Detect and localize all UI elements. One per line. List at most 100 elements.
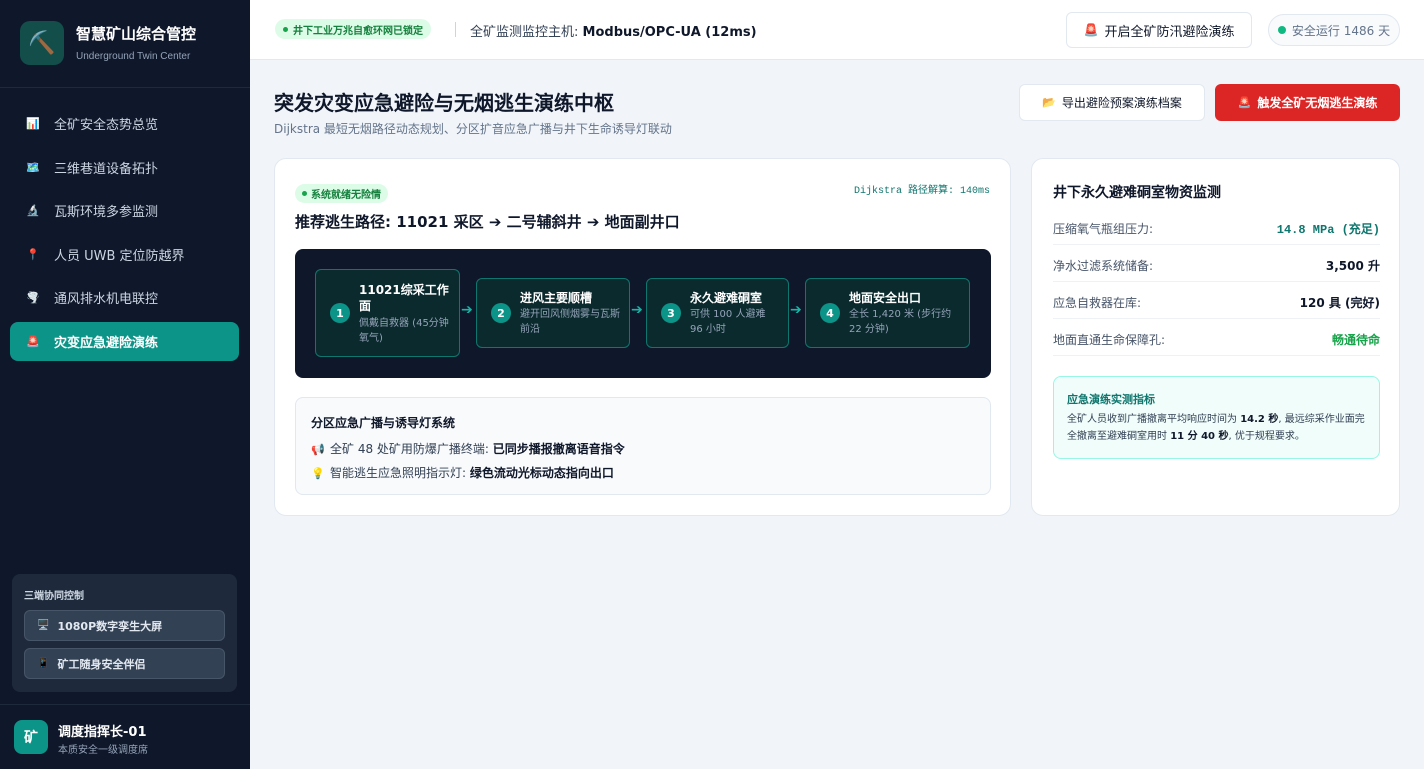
pickaxe-icon: ⛏️ [20, 21, 64, 65]
step-title: 地面安全出口 [849, 291, 922, 305]
button-label: 导出避险预案演练档案 [1061, 96, 1182, 110]
supply-label: 应急自救器在库: [1053, 296, 1142, 310]
metric-text-part: 全矿人员收到广播撤离平均响应时间为 [1067, 414, 1241, 425]
user-name: 调度指挥长-01 [58, 725, 147, 740]
tornado-icon: 🌪️ [26, 291, 40, 304]
escape-path-panel: 1 11021综采工作面 佩戴自救器 (45分钟氧气) ➔ 2 进风主要顺槽 避… [295, 249, 991, 378]
page-subtitle: Dijkstra 最短无烟路径动态规划、分区扩音应急广播与井下生命诱导灯联动 [274, 122, 672, 136]
route-step[interactable]: 3 永久避难硐室 可供 100 人避难 96 小时 [646, 278, 789, 348]
twin-screen-button[interactable]: 🖥️ 1080P数字孪生大屏 [24, 610, 225, 641]
route-step[interactable]: 2 进风主要顺槽 避开回风侧烟雾与瓦斯前沿 [476, 278, 630, 348]
status-dot-icon [1277, 26, 1286, 34]
sidebar-item-overview[interactable]: 📊 全矿安全态势总览 [10, 104, 239, 143]
step-desc: 避开回风侧烟雾与瓦斯前沿 [520, 309, 620, 335]
trigger-drill-button[interactable]: 🚨 触发全矿无烟逃生演练 [1215, 84, 1400, 121]
sidebar-item-label: 三维巷道设备拓扑 [54, 161, 159, 177]
button-label: 触发全矿无烟逃生演练 [1257, 96, 1378, 110]
status-badge: 系统就绪无险情 [295, 184, 388, 203]
brand-title: 智慧矿山综合管控 [76, 25, 197, 43]
dijkstra-timing: Dijkstra 路径解算: 140ms [853, 186, 990, 197]
export-archive-button[interactable]: 📂 导出避险预案演练档案 [1019, 84, 1205, 121]
arrow-right-icon: ➔ [461, 302, 473, 318]
shelter-title: 井下永久避难硐室物资监测 [1053, 185, 1221, 201]
phone-icon: 📱 [37, 658, 50, 669]
supply-label: 地面直通生命保障孔: [1053, 333, 1166, 347]
guide-light-status: 💡 智能逃生应急照明指示灯: 绿色流动光标动态指向出口 [311, 464, 614, 481]
sidebar-item-topology[interactable]: 🗺️ 三维巷道设备拓扑 [10, 148, 239, 187]
arrow-right-icon: ➔ [631, 302, 643, 318]
broadcast-panel: 分区应急广播与诱导灯系统 📢 全矿 48 处矿用防爆广播终端: 已同步播报撤离语音… [295, 397, 991, 495]
step-title: 永久避难硐室 [690, 291, 763, 305]
sidebar-item-emergency-drill[interactable]: 🚨 灾变应急避险演练 [10, 321, 239, 361]
broadcast-label: 全矿 48 处矿用防爆广播终端: [330, 442, 493, 456]
supply-label: 压缩氧气瓶组压力: [1053, 222, 1154, 236]
route-step[interactable]: 4 地面安全出口 全长 1,420 米 (步行约 22 分钟) [805, 278, 970, 348]
shelter-supplies-card: 井下永久避难硐室物资监测 压缩氧气瓶组压力: 14.8 MPa (充足) 净水过… [1031, 158, 1400, 516]
sidebar-item-label: 全矿安全态势总览 [54, 118, 159, 133]
step-desc: 可供 100 人避难 96 小时 [690, 309, 766, 335]
location-pin-icon: 📍 [26, 247, 40, 261]
button-label: 1080P数字孪生大屏 [57, 619, 163, 633]
sidebar-item-label: 人员 UWB 定位防越界 [54, 248, 185, 264]
folder-icon: 📂 [1042, 96, 1056, 109]
megaphone-icon: 📢 [311, 443, 325, 456]
collab-panel: 三端协同控制 🖥️ 1080P数字孪生大屏 📱 矿工随身安全伴侣 [12, 574, 237, 692]
host-value: Modbus/OPC-UA (12ms) [582, 25, 757, 40]
brand-subtitle: Underground Twin Center [76, 51, 191, 62]
sidebar-item-uwb-positioning[interactable]: 📍 人员 UWB 定位防越界 [10, 235, 239, 274]
safe-days-badge: 安全运行 1486 天 [1268, 14, 1400, 46]
siren-icon: 🚨 [26, 334, 40, 348]
divider [0, 704, 250, 705]
sidebar-item-label: 灾变应急避险演练 [54, 335, 159, 351]
collab-title: 三端协同控制 [24, 591, 84, 602]
route-title: 推荐逃生路径: 11021 采区 ➔ 二号辅斜井 ➔ 地面副井口 [295, 213, 680, 231]
metric-value: 14.2 秒 [1240, 414, 1279, 425]
host-label: 全矿监测监控主机: [470, 25, 583, 40]
step-desc: 佩戴自救器 (45分钟氧气) [359, 318, 449, 344]
status-text: 系统就绪无险情 [311, 190, 381, 201]
guide-light-label: 智能逃生应急照明指示灯: [330, 466, 470, 480]
escape-route-card: 系统就绪无险情 Dijkstra 路径解算: 140ms 推荐逃生路径: 110… [274, 158, 1011, 516]
broadcast-title: 分区应急广播与诱导灯系统 [311, 416, 456, 430]
button-label: 矿工随身安全伴侣 [57, 657, 146, 671]
button-label: 开启全矿防汛避险演练 [1104, 24, 1235, 40]
miner-companion-button[interactable]: 📱 矿工随身安全伴侣 [24, 648, 225, 679]
supply-value: 14.8 MPa (充足) [1276, 223, 1380, 237]
supply-row: 净水过滤系统储备: 3,500 升 [1053, 245, 1380, 282]
sidebar-nav: 📊 全矿安全态势总览 🗺️ 三维巷道设备拓扑 🔬 瓦斯环境多参监测 📍 人员 U… [10, 104, 239, 365]
network-status-badge: 井下工业万兆自愈环网已锁定 [275, 19, 431, 39]
avatar[interactable]: 矿 [14, 720, 48, 754]
flood-drill-button[interactable]: 🚨 开启全矿防汛避险演练 [1066, 12, 1252, 48]
supply-row: 地面直通生命保障孔: 畅通待命 [1053, 319, 1380, 356]
host-info: 全矿监测监控主机: Modbus/OPC-UA (12ms) [470, 21, 757, 40]
sidebar-item-label: 通风排水机电联控 [54, 292, 159, 307]
sidebar-item-ventilation[interactable]: 🌪️ 通风排水机电联控 [10, 278, 239, 317]
divider [0, 87, 250, 88]
sidebar: ⛏️ 智慧矿山综合管控 Underground Twin Center 📊 全矿… [0, 0, 250, 769]
microscope-icon: 🔬 [26, 204, 40, 217]
metric-text: 全矿人员收到广播撤离平均响应时间为 14.2 秒, 最远综采作业面完全撤离至避难… [1067, 411, 1372, 445]
guide-light-value: 绿色流动光标动态指向出口 [469, 466, 614, 480]
metric-text-part: , 优于规程要求。 [1228, 431, 1305, 442]
page-title: 突发灾变应急避险与无烟逃生演练中枢 [274, 91, 614, 115]
supply-value: 120 具 (完好) [1299, 296, 1380, 310]
bar-chart-icon: 📊 [26, 117, 40, 130]
monitor-icon: 🖥️ [37, 620, 50, 631]
lightbulb-icon: 💡 [311, 467, 325, 480]
route-step[interactable]: 1 11021综采工作面 佩戴自救器 (45分钟氧气) [315, 269, 460, 357]
map-icon: 🗺️ [26, 160, 40, 174]
sidebar-item-label: 瓦斯环境多参监测 [54, 205, 159, 220]
metric-value: 11 分 40 秒 [1170, 431, 1229, 442]
step-number: 1 [330, 303, 350, 323]
supply-value: 3,500 升 [1325, 259, 1380, 273]
step-number: 2 [491, 303, 511, 323]
broadcast-status: 📢 全矿 48 处矿用防爆广播终端: 已同步播报撤离语音指令 [311, 440, 625, 457]
step-number: 4 [820, 303, 840, 323]
step-number: 3 [661, 303, 681, 323]
supply-row: 压缩氧气瓶组压力: 14.8 MPa (充足) [1053, 208, 1380, 245]
supply-value: 畅通待命 [1331, 333, 1380, 347]
arrow-right-icon: ➔ [790, 302, 802, 318]
sidebar-item-gas-monitoring[interactable]: 🔬 瓦斯环境多参监测 [10, 191, 239, 230]
safe-days-text: 安全运行 1486 天 [1291, 23, 1391, 38]
drill-metric-box: 应急演练实测指标 全矿人员收到广播撤离平均响应时间为 14.2 秒, 最远综采作… [1053, 376, 1380, 459]
